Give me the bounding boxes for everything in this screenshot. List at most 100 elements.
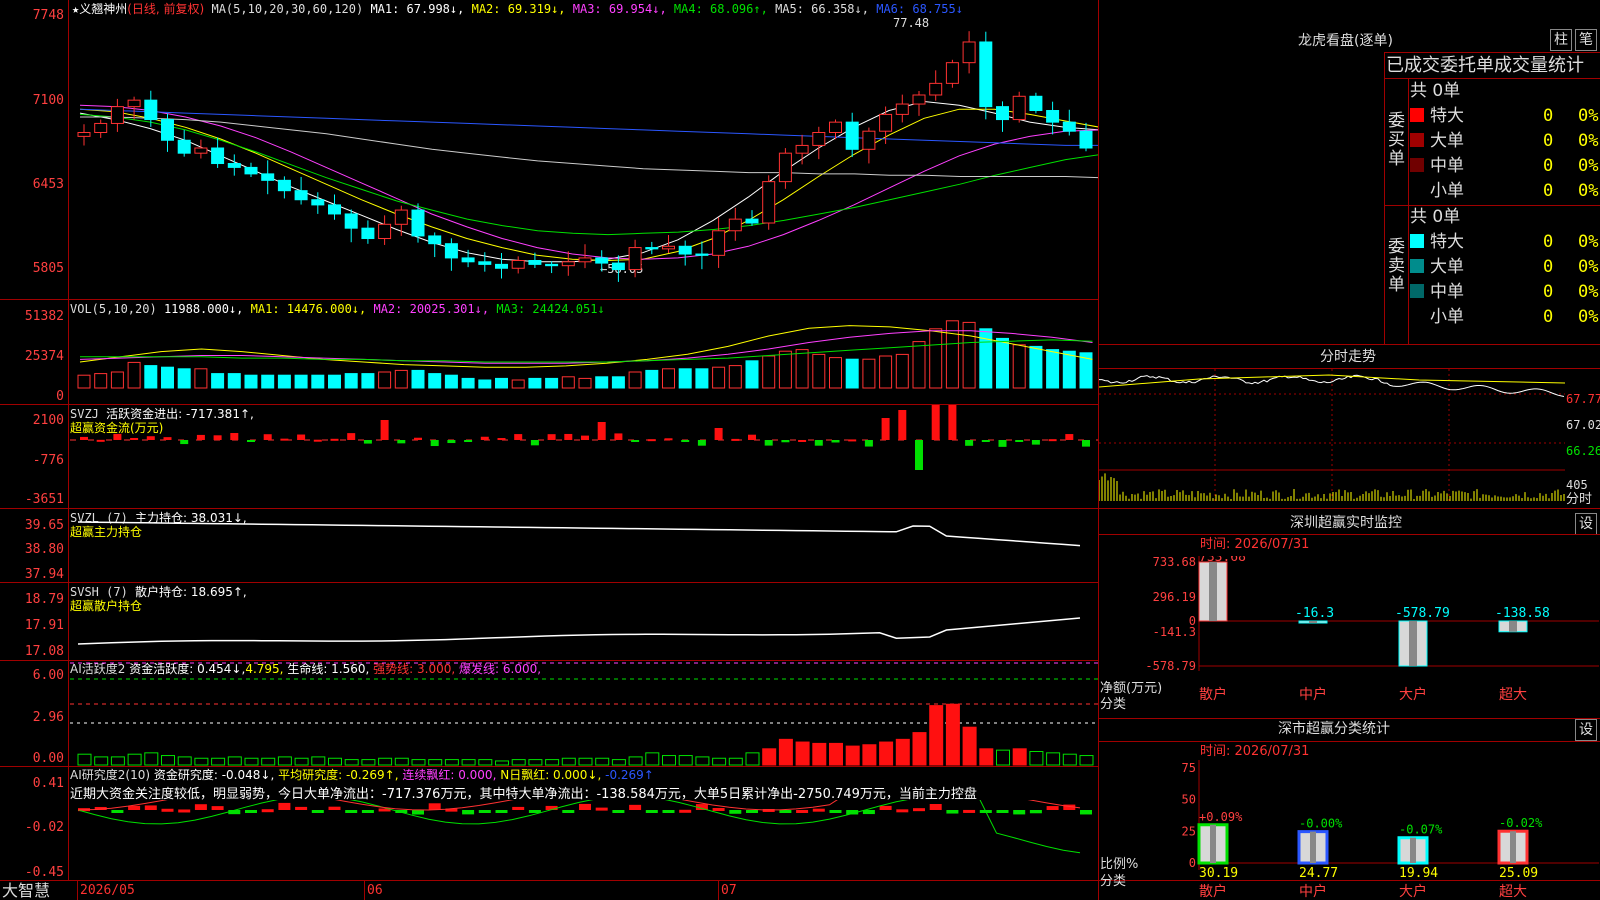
activity-bar [378,757,393,766]
activity-bar [862,744,877,766]
color-swatch [1410,108,1424,122]
row-count: 0 [1543,307,1554,327]
activity-bar [1012,748,1027,766]
research-bar [412,810,424,815]
fenshi-tick: 67.02 [1566,418,1600,432]
research-bar [1046,806,1059,810]
activity-bar [394,757,409,766]
volume-bar [1012,344,1026,389]
volume-bar [712,366,726,389]
activity-bar [628,756,643,766]
candle-body [478,261,492,265]
flow-bar [497,438,506,441]
research-bar [345,810,358,813]
flow-bar [1065,434,1074,440]
candle-body [628,247,642,271]
research-bar [679,809,692,813]
flow-bar [347,433,356,440]
ai1-tick: 6.00 [32,668,64,683]
activity-bar [144,752,159,766]
flow-bar [130,437,139,440]
candle-body [277,179,291,192]
research-bar [462,810,475,815]
candle-body [561,261,575,267]
flow-bar [764,440,773,446]
sz-bar-shade [1509,621,1517,632]
candle-body [829,121,842,133]
candle-body [211,147,225,165]
color-swatch [1410,309,1424,323]
activity-bar [845,745,860,766]
ai-research-chart[interactable] [70,800,1098,880]
flow-bar [1048,439,1057,442]
volume-bar [845,358,859,389]
fenshi-vol-tick: 405 [1566,478,1588,492]
volume-bar [361,373,375,389]
volume-bar [778,350,792,389]
flow-bar [330,438,339,441]
research-bar [963,809,976,813]
research-bar [161,808,174,812]
buy-orders-label: 委买单 [1388,111,1405,169]
candlestick-chart[interactable] [70,20,1098,298]
retail-holding-chart[interactable] [70,583,1098,660]
sz-settings-button[interactable]: 设 [1575,513,1597,535]
bar-mode-button[interactable]: 柱 [1550,29,1572,51]
row-name: 大单 [1430,131,1464,151]
volume-bar [996,337,1009,389]
volume-chart[interactable] [70,310,1098,403]
candle-body [962,41,976,64]
volume-bar [94,373,108,389]
volume-bar [110,371,124,389]
period-mode[interactable]: (日线, 前复权) [127,2,204,16]
activity-bar [361,759,376,766]
activity-bar [695,756,710,766]
stock-name[interactable]: 义翘神州 [79,2,127,16]
activity-bar [177,756,192,766]
research-bar [1029,810,1042,814]
ma-label: MA(5,10,20,30,60,120) [211,2,364,16]
volume-bar [277,374,291,389]
volume-bar [728,365,742,389]
sell-row: 小单 [1410,307,1464,327]
candle-body [695,253,709,256]
research-bar [295,806,308,810]
ai-activity-chart[interactable] [70,661,1098,766]
intraday-chart[interactable] [1099,369,1565,507]
candle-body [127,99,141,108]
ai2-tick: -0.02 [24,820,64,835]
fl-category-label: 散户 [1199,883,1227,900]
volume-bar [411,369,425,389]
volume-bar [912,341,926,389]
flow-bar [998,440,1007,447]
fund-flow-chart[interactable] [70,405,1098,508]
activity-bar [895,738,910,766]
volume-bar [227,373,241,389]
candle-body [778,152,792,183]
row-pct: 0% [1578,131,1599,151]
tick-mode-button[interactable]: 笔 [1575,29,1597,51]
fl-value: 30.19 [1199,866,1238,881]
activity-bar [127,753,142,766]
row-count: 0 [1543,131,1554,151]
activity-bar [227,756,242,766]
sz-tick: 733.68 [1153,556,1196,569]
flow-bar [530,440,539,446]
app-logo: 大智慧 [2,881,51,900]
flow-bar [631,440,640,442]
svzj-tick: -776 [32,453,64,468]
color-swatch [1410,259,1424,273]
fl-ratio-bar-chart[interactable]: 75 50 25 0 +0.09% 30.19 散户 -0.00% 24.77 中户 -0.07% 1… [1099,760,1599,900]
activity-bar [511,759,526,766]
activity-bar [1046,752,1061,766]
fl-settings-button[interactable]: 设 [1575,719,1597,741]
main-holding-chart[interactable] [70,509,1098,582]
sz-bar-value: -138.58 [1495,606,1550,621]
buy-row: 特大 [1410,106,1464,126]
volume-bar [879,355,893,389]
volume-bar [378,371,392,389]
sz-net-bar-chart[interactable]: 733.68296.190-141.3-578.79733.68散户-16.3中… [1099,556,1599,716]
ma-value: MA5: 66.358↓, [775,2,877,16]
fl-tick: 50 [1182,793,1196,807]
volume-bar [645,369,659,389]
